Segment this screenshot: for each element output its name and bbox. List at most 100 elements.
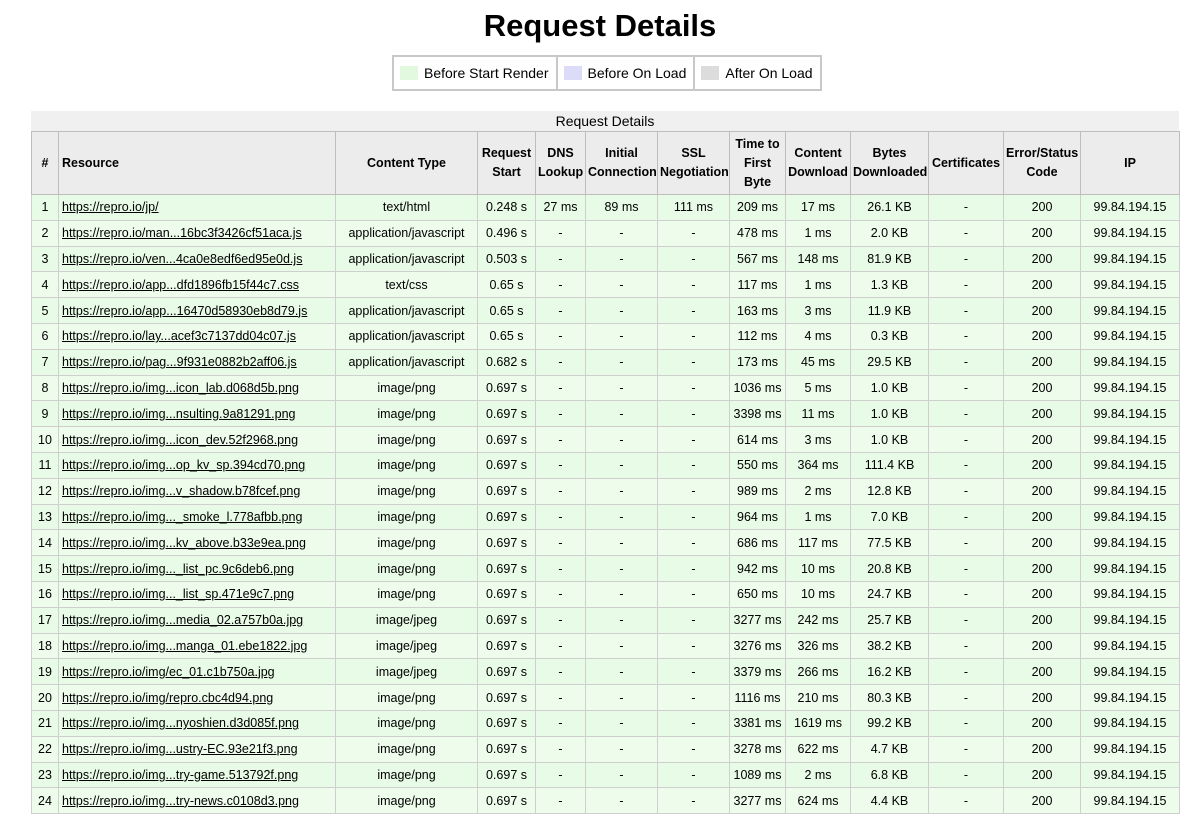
ip-cell: 99.84.194.15 bbox=[1080, 761, 1180, 789]
request-start-cell: 0.496 s bbox=[477, 219, 536, 247]
resource-link[interactable]: https://repro.io/jp/ bbox=[62, 200, 159, 214]
table-row: 2 https://repro.io/man...16bc3f3426cf51ac… bbox=[31, 219, 1180, 247]
content-type-cell: image/png bbox=[335, 735, 478, 763]
resource-link[interactable]: https://repro.io/img...op_kv_sp.394cd70.… bbox=[62, 458, 305, 472]
resource-link[interactable]: https://repro.io/img...nsulting.9a81291.… bbox=[62, 407, 295, 421]
status-code-cell: 200 bbox=[1003, 529, 1081, 557]
content-type-cell: image/png bbox=[335, 400, 478, 428]
ip-cell: 99.84.194.15 bbox=[1080, 322, 1180, 350]
ssl-negotiation-cell: - bbox=[657, 606, 730, 634]
resource-link[interactable]: https://repro.io/img...try-game.513792f.… bbox=[62, 768, 298, 782]
bytes-downloaded-cell: 111.4 KB bbox=[850, 451, 929, 479]
content-download-cell: 11 ms bbox=[785, 400, 851, 428]
content-download-cell: 1 ms bbox=[785, 271, 851, 299]
ssl-negotiation-cell: 111 ms bbox=[657, 194, 730, 221]
resource-link[interactable]: https://repro.io/img..._list_sp.471e9c7.… bbox=[62, 587, 294, 601]
row-number: 11 bbox=[31, 451, 59, 479]
status-code-cell: 200 bbox=[1003, 348, 1081, 376]
resource-link[interactable]: https://repro.io/img/ec_01.c1b750a.jpg bbox=[62, 665, 275, 679]
resource-link[interactable]: https://repro.io/img...icon_dev.52f2968.… bbox=[62, 433, 298, 447]
resource-link[interactable]: https://repro.io/app...dfd1896fb15f44c7.… bbox=[62, 278, 299, 292]
legend-swatch bbox=[563, 66, 582, 80]
content-type-cell: image/png bbox=[335, 761, 478, 789]
table-row: 22 https://repro.io/img...ustry-EC.93e21f… bbox=[31, 735, 1180, 763]
initial-connection-cell: - bbox=[585, 374, 658, 402]
resource-link[interactable]: https://repro.io/img..._list_pc.9c6deb6.… bbox=[62, 562, 294, 576]
resource-link[interactable]: https://repro.io/img...manga_01.ebe1822.… bbox=[62, 639, 307, 653]
request-start-cell: 0.697 s bbox=[477, 477, 536, 505]
resource-link[interactable]: https://repro.io/lay...acef3c7137dd04c07… bbox=[62, 329, 296, 343]
ssl-negotiation-cell: - bbox=[657, 555, 730, 582]
row-number: 7 bbox=[31, 348, 59, 376]
certificates-cell: - bbox=[928, 787, 1004, 815]
ssl-negotiation-cell: - bbox=[657, 297, 730, 324]
status-code-cell: 200 bbox=[1003, 477, 1081, 505]
dns-lookup-cell: - bbox=[535, 322, 586, 350]
resource-link[interactable]: https://repro.io/img...ustry-EC.93e21f3.… bbox=[62, 742, 298, 756]
bytes-downloaded-cell: 16.2 KB bbox=[850, 658, 929, 686]
dns-lookup-cell: - bbox=[535, 451, 586, 479]
request-start-cell: 0.697 s bbox=[477, 735, 536, 763]
dns-lookup-cell: - bbox=[535, 348, 586, 376]
status-code-cell: 200 bbox=[1003, 297, 1081, 324]
resource-link[interactable]: https://repro.io/man...16bc3f3426cf51aca… bbox=[62, 226, 302, 240]
status-code-cell: 200 bbox=[1003, 735, 1081, 763]
resource-link[interactable]: https://repro.io/img...icon_lab.d068d5b.… bbox=[62, 381, 299, 395]
request-start-cell: 0.697 s bbox=[477, 606, 536, 634]
status-code-cell: 200 bbox=[1003, 503, 1081, 531]
status-code-cell: 200 bbox=[1003, 761, 1081, 789]
table-body: 1 https://repro.io/jp/text/html 0.248 s 27 … bbox=[31, 194, 1180, 815]
certificates-cell: - bbox=[928, 451, 1004, 479]
dns-lookup-cell: - bbox=[535, 271, 586, 299]
table-row: 19 https://repro.io/img/ec_01.c1b750a.jpg… bbox=[31, 658, 1180, 686]
status-code-cell: 200 bbox=[1003, 426, 1081, 453]
request-start-cell: 0.65 s bbox=[477, 271, 536, 299]
table-row: 6 https://repro.io/lay...acef3c7137dd04c0… bbox=[31, 322, 1180, 350]
resource-link[interactable]: https://repro.io/img...media_02.a757b0a.… bbox=[62, 613, 303, 627]
ttfb-cell: 550 ms bbox=[729, 451, 786, 479]
certificates-cell: - bbox=[928, 709, 1004, 737]
ttfb-cell: 686 ms bbox=[729, 529, 786, 557]
dns-lookup-cell: - bbox=[535, 580, 586, 608]
resource-cell: https://repro.io/app...dfd1896fb15f44c7.… bbox=[58, 271, 336, 299]
ip-cell: 99.84.194.15 bbox=[1080, 580, 1180, 608]
resource-link[interactable]: https://repro.io/img/repro.cbc4d94.png bbox=[62, 691, 273, 705]
resource-cell: https://repro.io/lay...acef3c7137dd04c07… bbox=[58, 322, 336, 350]
header-ip: IP bbox=[1080, 131, 1180, 195]
bytes-downloaded-cell: 4.4 KB bbox=[850, 787, 929, 815]
ip-cell: 99.84.194.15 bbox=[1080, 297, 1180, 324]
resource-link[interactable]: https://repro.io/app...16470d58930eb8d79… bbox=[62, 304, 307, 318]
legend-after-on-load: After On Load bbox=[695, 57, 819, 89]
certificates-cell: - bbox=[928, 632, 1004, 660]
request-start-cell: 0.697 s bbox=[477, 787, 536, 815]
resource-link[interactable]: https://repro.io/img...try-news.c0108d3.… bbox=[62, 794, 299, 808]
request-start-cell: 0.65 s bbox=[477, 322, 536, 350]
status-code-cell: 200 bbox=[1003, 271, 1081, 299]
ttfb-cell: 209 ms bbox=[729, 194, 786, 221]
row-number: 4 bbox=[31, 271, 59, 299]
resource-cell: https://repro.io/img...v_shadow.b78fcef.… bbox=[58, 477, 336, 505]
resource-link[interactable]: https://repro.io/img...kv_above.b33e9ea.… bbox=[62, 536, 306, 550]
resource-link[interactable]: https://repro.io/img..._smoke_l.778afbb.… bbox=[62, 510, 302, 524]
dns-lookup-cell: 27 ms bbox=[535, 194, 586, 221]
initial-connection-cell: - bbox=[585, 348, 658, 376]
content-download-cell: 364 ms bbox=[785, 451, 851, 479]
content-download-cell: 17 ms bbox=[785, 194, 851, 221]
resource-link[interactable]: https://repro.io/img...nyoshien.d3d085f.… bbox=[62, 716, 299, 730]
resource-link[interactable]: https://repro.io/img...v_shadow.b78fcef.… bbox=[62, 484, 300, 498]
table-row: 13 https://repro.io/img..._smoke_l.778afb… bbox=[31, 503, 1180, 531]
row-number: 9 bbox=[31, 400, 59, 428]
resource-cell: https://repro.io/img..._list_sp.471e9c7.… bbox=[58, 580, 336, 608]
ssl-negotiation-cell: - bbox=[657, 658, 730, 686]
status-code-cell: 200 bbox=[1003, 632, 1081, 660]
ssl-negotiation-cell: - bbox=[657, 348, 730, 376]
initial-connection-cell: - bbox=[585, 632, 658, 660]
resource-link[interactable]: https://repro.io/ven...4ca0e8edf6ed95e0d… bbox=[62, 252, 302, 266]
dns-lookup-cell: - bbox=[535, 400, 586, 428]
certificates-cell: - bbox=[928, 400, 1004, 428]
resource-link[interactable]: https://repro.io/pag...9f931e0882b2aff06… bbox=[62, 355, 297, 369]
certificates-cell: - bbox=[928, 555, 1004, 582]
request-start-cell: 0.697 s bbox=[477, 503, 536, 531]
request-start-cell: 0.697 s bbox=[477, 555, 536, 582]
resource-cell: https://repro.io/img...ustry-EC.93e21f3.… bbox=[58, 735, 336, 763]
